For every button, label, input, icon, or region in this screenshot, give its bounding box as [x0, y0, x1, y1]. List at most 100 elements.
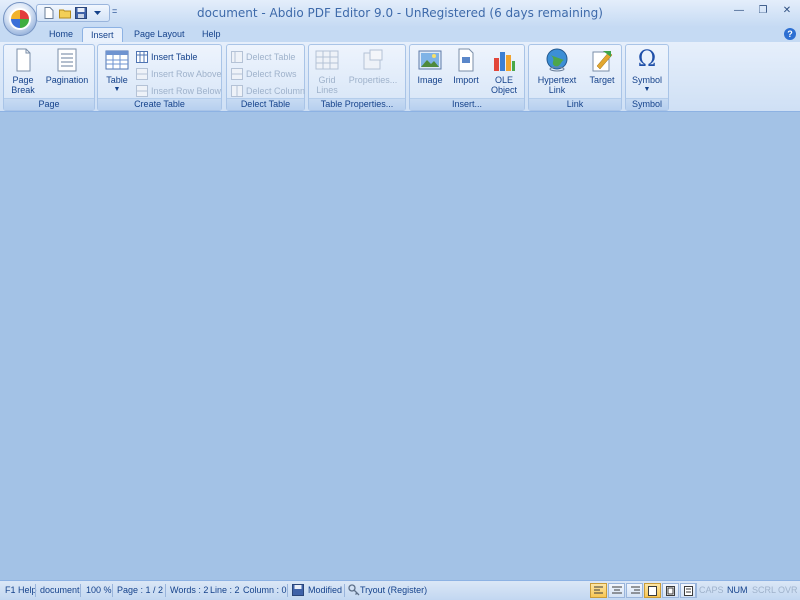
properties-icon — [360, 48, 386, 72]
tab-home[interactable]: Home — [41, 27, 81, 43]
target-button[interactable]: Target — [585, 48, 619, 85]
close-icon[interactable]: ✕ — [782, 5, 792, 16]
hypertext-link-label: Hypertext Link — [537, 75, 577, 95]
table-dropdown-icon: ▼ — [113, 86, 121, 93]
insert-row-above-label: Insert Row Above — [151, 69, 222, 79]
group-label-create-table: Create Table — [98, 98, 221, 110]
status-separator — [165, 584, 166, 597]
delect-rows-button[interactable]: Delect Rows — [231, 67, 297, 81]
symbol-button[interactable]: Ω Symbol ▼ — [630, 48, 664, 95]
globe-link-icon — [544, 48, 570, 72]
status-separator — [695, 584, 696, 597]
status-zoom[interactable]: 100 % — [86, 585, 112, 595]
table-label: Table — [106, 75, 128, 85]
web-view-icon[interactable] — [662, 583, 679, 598]
status-separator — [112, 584, 113, 597]
ole-object-button[interactable]: OLE Object — [488, 48, 520, 95]
delect-table-button[interactable]: Delect Table — [231, 50, 295, 64]
status-help: F1 Help — [5, 585, 37, 595]
page-view-icon[interactable] — [644, 583, 661, 598]
bar-chart-icon — [491, 48, 517, 72]
table-button[interactable]: Table ▼ — [102, 48, 132, 95]
ole-object-label: OLE Object — [490, 75, 517, 95]
insert-table-icon — [136, 51, 148, 63]
application-menu-button[interactable] — [3, 2, 37, 36]
status-column: Column : 0 — [243, 585, 287, 595]
hypertext-link-button[interactable]: Hypertext Link — [533, 48, 581, 95]
delect-table-icon — [231, 51, 243, 63]
symbol-dropdown-icon: ▼ — [643, 86, 651, 93]
grid-lines-icon — [314, 48, 340, 72]
status-line: Line : 2 — [210, 585, 240, 595]
align-center-icon[interactable] — [608, 583, 625, 598]
target-label: Target — [589, 75, 615, 85]
status-separator — [35, 584, 36, 597]
status-bar: F1 Help document 100 % Page : 1 / 2 Word… — [0, 580, 800, 600]
minimize-icon[interactable]: — — [734, 5, 744, 16]
group-delect-table: Delect Table Delect Rows Delect Column D… — [226, 44, 305, 111]
group-label-link: Link — [529, 98, 621, 110]
status-separator — [80, 584, 81, 597]
tab-help[interactable]: Help — [194, 27, 229, 43]
group-label-table-properties: Table Properties... — [309, 98, 405, 110]
group-label-delect-table: Delect Table — [227, 98, 304, 110]
status-separator — [344, 584, 345, 597]
status-document: document — [40, 585, 80, 595]
import-icon — [453, 48, 479, 72]
tab-page-layout[interactable]: Page Layout — [126, 27, 193, 43]
document-workspace[interactable] — [0, 113, 800, 580]
modified-disk-icon — [292, 584, 304, 598]
properties-label: Properties... — [348, 75, 398, 85]
tryout-key-icon — [348, 584, 360, 598]
group-label-page: Page — [4, 98, 94, 110]
status-page: Page : 1 / 2 — [117, 585, 164, 595]
group-link: Hypertext Link Target Link — [528, 44, 622, 111]
pagination-label: Pagination — [45, 75, 89, 85]
image-button[interactable]: Image — [414, 48, 446, 85]
group-label-symbol: Symbol — [626, 98, 668, 110]
group-create-table: Table ▼ Insert Table Insert Row Above In… — [97, 44, 222, 111]
group-label-insert: Insert... — [410, 98, 524, 110]
align-right-icon[interactable] — [626, 583, 643, 598]
status-tryout[interactable]: Tryout (Register) — [360, 585, 427, 595]
delect-column-icon — [231, 85, 243, 97]
table-icon — [104, 48, 130, 72]
align-left-icon[interactable] — [590, 583, 607, 598]
restore-icon[interactable]: ❐ — [758, 5, 768, 16]
insert-table-button[interactable]: Insert Table — [136, 50, 197, 64]
page-break-button[interactable]: Page Break — [8, 48, 38, 95]
ribbon-tabs: Home Insert Page Layout Help ? — [0, 27, 800, 43]
insert-row-below-label: Insert Row Below — [151, 86, 222, 96]
insert-row-above-button[interactable]: Insert Row Above — [136, 67, 222, 81]
num-lock-indicator: NUM — [727, 585, 748, 595]
delect-rows-icon — [231, 68, 243, 80]
tab-insert[interactable]: Insert — [82, 27, 123, 43]
insert-table-label: Insert Table — [151, 52, 198, 62]
target-icon — [589, 48, 615, 72]
import-label: Import — [453, 75, 479, 85]
pagination-button[interactable]: Pagination — [44, 48, 90, 85]
window-title: document - Abdio PDF Editor 9.0 - UnRegi… — [197, 6, 603, 20]
pagination-icon — [54, 48, 80, 72]
delect-column-button[interactable]: Delect Column — [231, 84, 305, 98]
symbol-label: Symbol — [631, 75, 662, 85]
delect-rows-label: Delect Rows — [246, 69, 297, 79]
status-words: Words : 2 — [170, 585, 209, 595]
properties-button[interactable]: Properties... — [347, 48, 399, 85]
image-label: Image — [417, 75, 443, 85]
view-mode-buttons — [590, 583, 697, 598]
group-page: Page Break Pagination Page — [3, 44, 95, 111]
import-button[interactable]: Import — [450, 48, 482, 85]
grid-lines-button[interactable]: Grid Lines — [313, 48, 341, 95]
delect-table-label: Delect Table — [246, 52, 296, 62]
insert-row-below-button[interactable]: Insert Row Below — [136, 84, 221, 98]
page-break-icon — [10, 48, 36, 72]
insert-row-below-icon — [136, 85, 148, 97]
insert-row-above-icon — [136, 68, 148, 80]
delect-column-label: Delect Column — [246, 86, 306, 96]
help-icon[interactable]: ? — [784, 28, 796, 40]
title-bar: = document - Abdio PDF Editor 9.0 - UnRe… — [0, 0, 800, 36]
omega-icon: Ω — [637, 47, 657, 72]
page-break-label: Page Break — [11, 75, 35, 95]
app-logo-icon — [9, 8, 31, 30]
